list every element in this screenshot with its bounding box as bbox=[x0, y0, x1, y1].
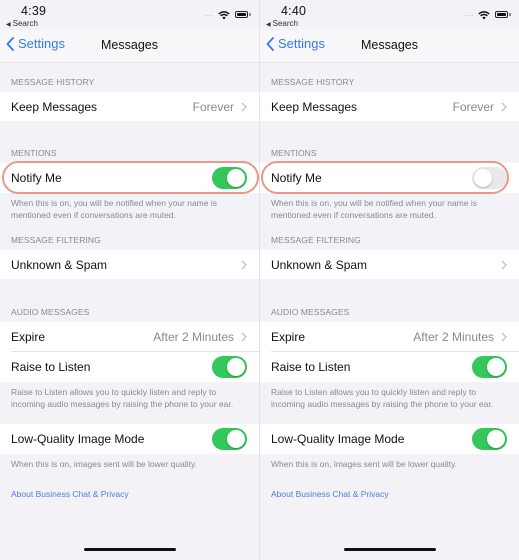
page-title: Messages bbox=[101, 38, 158, 52]
wifi-icon bbox=[218, 10, 230, 19]
low-quality-image-toggle[interactable] bbox=[212, 428, 247, 450]
notify-me-row: Notify Me bbox=[0, 161, 259, 194]
mentions-footer: When this is on, you will be notified wh… bbox=[271, 198, 477, 220]
section-header-message-filtering: MESSAGE FILTERING bbox=[271, 235, 361, 245]
back-to-app-link[interactable]: ◀ Search bbox=[6, 19, 38, 28]
toggle-knob bbox=[227, 169, 245, 187]
battery-icon bbox=[235, 11, 251, 19]
expire-label: Expire bbox=[11, 330, 46, 344]
notify-me-toggle[interactable] bbox=[472, 167, 507, 189]
expire-value: After 2 Minutes bbox=[413, 330, 494, 344]
status-time: 4:40 bbox=[281, 4, 307, 18]
wifi-icon bbox=[478, 10, 490, 19]
low-quality-image-toggle[interactable] bbox=[472, 428, 507, 450]
expire-row[interactable]: Expire After 2 Minutes bbox=[260, 322, 519, 352]
unknown-spam-label: Unknown & Spam bbox=[271, 257, 368, 272]
home-indicator[interactable] bbox=[84, 548, 176, 551]
settings-list: MESSAGE HISTORY Keep Messages Forever ME… bbox=[260, 63, 519, 499]
low-quality-image-row: Low-Quality Image Mode bbox=[0, 424, 259, 454]
section-header-message-history: MESSAGE HISTORY bbox=[271, 77, 355, 87]
raise-to-listen-label: Raise to Listen bbox=[271, 360, 351, 374]
mentions-footer: When this is on, you will be notified wh… bbox=[11, 198, 217, 220]
chevron-right-icon bbox=[241, 102, 247, 111]
keep-messages-value: Forever bbox=[452, 99, 494, 114]
expire-row[interactable]: Expire After 2 Minutes bbox=[0, 322, 259, 352]
chevron-right-icon bbox=[501, 332, 507, 342]
battery-icon bbox=[495, 11, 511, 19]
audio-messages-footer: Raise to Listen allows you to quickly li… bbox=[271, 387, 494, 409]
section-header-audio-messages: AUDIO MESSAGES bbox=[11, 307, 90, 317]
signal-dots-icon: ···· bbox=[464, 11, 473, 20]
back-triangle-icon: ◀ bbox=[266, 22, 271, 28]
keep-messages-row[interactable]: Keep Messages Forever bbox=[260, 92, 519, 121]
low-quality-image-row: Low-Quality Image Mode bbox=[260, 424, 519, 454]
status-time: 4:39 bbox=[21, 4, 47, 18]
back-to-app-link[interactable]: ◀ Search bbox=[266, 19, 298, 28]
section-header-message-history: MESSAGE HISTORY bbox=[11, 77, 95, 87]
chevron-right-icon bbox=[501, 102, 507, 111]
audio-messages-footer: Raise to Listen allows you to quickly li… bbox=[11, 387, 234, 409]
section-header-audio-messages: AUDIO MESSAGES bbox=[271, 307, 350, 317]
unknown-spam-row[interactable]: Unknown & Spam bbox=[0, 250, 259, 279]
toggle-knob bbox=[227, 430, 245, 448]
status-bar: 4:40 ◀ Search ···· bbox=[260, 0, 519, 30]
chevron-right-icon bbox=[241, 260, 247, 269]
signal-dots-icon: ···· bbox=[204, 11, 213, 20]
low-quality-image-label: Low-Quality Image Mode bbox=[271, 432, 405, 446]
panel-before: 4:39 ◀ Search ···· Settings Messages MESS… bbox=[0, 0, 259, 560]
toggle-knob bbox=[474, 169, 492, 187]
raise-to-listen-row: Raise to Listen bbox=[0, 352, 259, 382]
status-icons: ···· bbox=[204, 10, 251, 20]
chevron-right-icon bbox=[501, 260, 507, 269]
comparison-panels: 4:39 ◀ Search ···· Settings Messages MESS… bbox=[0, 0, 519, 560]
low-quality-footer: When this is on, images sent will be low… bbox=[271, 459, 457, 469]
unknown-spam-label: Unknown & Spam bbox=[11, 257, 108, 272]
unknown-spam-row[interactable]: Unknown & Spam bbox=[260, 250, 519, 279]
notify-me-label: Notify Me bbox=[271, 171, 322, 185]
keep-messages-label: Keep Messages bbox=[11, 99, 98, 114]
keep-messages-value: Forever bbox=[192, 99, 234, 114]
toggle-knob bbox=[227, 358, 245, 376]
settings-list: MESSAGE HISTORY Keep Messages Forever ME… bbox=[0, 63, 259, 499]
raise-to-listen-toggle[interactable] bbox=[472, 356, 507, 378]
toggle-knob bbox=[487, 430, 505, 448]
keep-messages-row[interactable]: Keep Messages Forever bbox=[0, 92, 259, 121]
chevron-right-icon bbox=[241, 332, 247, 342]
expire-value: After 2 Minutes bbox=[153, 330, 234, 344]
notify-me-label: Notify Me bbox=[11, 171, 62, 185]
section-header-mentions: MENTIONS bbox=[11, 148, 57, 158]
section-header-message-filtering: MESSAGE FILTERING bbox=[11, 235, 101, 245]
raise-to-listen-label: Raise to Listen bbox=[11, 360, 91, 374]
nav-bar: Settings Messages bbox=[260, 30, 519, 63]
panel-after: 4:40 ◀ Search ···· Settings Messages MESS… bbox=[259, 0, 519, 560]
section-header-mentions: MENTIONS bbox=[271, 148, 317, 158]
about-business-chat-link[interactable]: About Business Chat & Privacy bbox=[260, 489, 519, 499]
notify-me-row: Notify Me bbox=[260, 161, 519, 194]
status-icons: ···· bbox=[464, 10, 511, 20]
low-quality-image-label: Low-Quality Image Mode bbox=[11, 432, 145, 446]
low-quality-footer: When this is on, images sent will be low… bbox=[11, 459, 197, 469]
back-triangle-icon: ◀ bbox=[6, 22, 11, 28]
raise-to-listen-row: Raise to Listen bbox=[260, 352, 519, 382]
nav-bar: Settings Messages bbox=[0, 30, 259, 63]
toggle-knob bbox=[487, 358, 505, 376]
expire-label: Expire bbox=[271, 330, 306, 344]
notify-me-toggle[interactable] bbox=[212, 167, 247, 189]
page-title: Messages bbox=[361, 38, 418, 52]
back-app-label: Search bbox=[12, 19, 38, 28]
keep-messages-label: Keep Messages bbox=[271, 99, 358, 114]
back-app-label: Search bbox=[272, 19, 298, 28]
about-business-chat-link[interactable]: About Business Chat & Privacy bbox=[0, 489, 259, 499]
status-bar: 4:39 ◀ Search ···· bbox=[0, 0, 259, 30]
raise-to-listen-toggle[interactable] bbox=[212, 356, 247, 378]
home-indicator[interactable] bbox=[344, 548, 436, 551]
